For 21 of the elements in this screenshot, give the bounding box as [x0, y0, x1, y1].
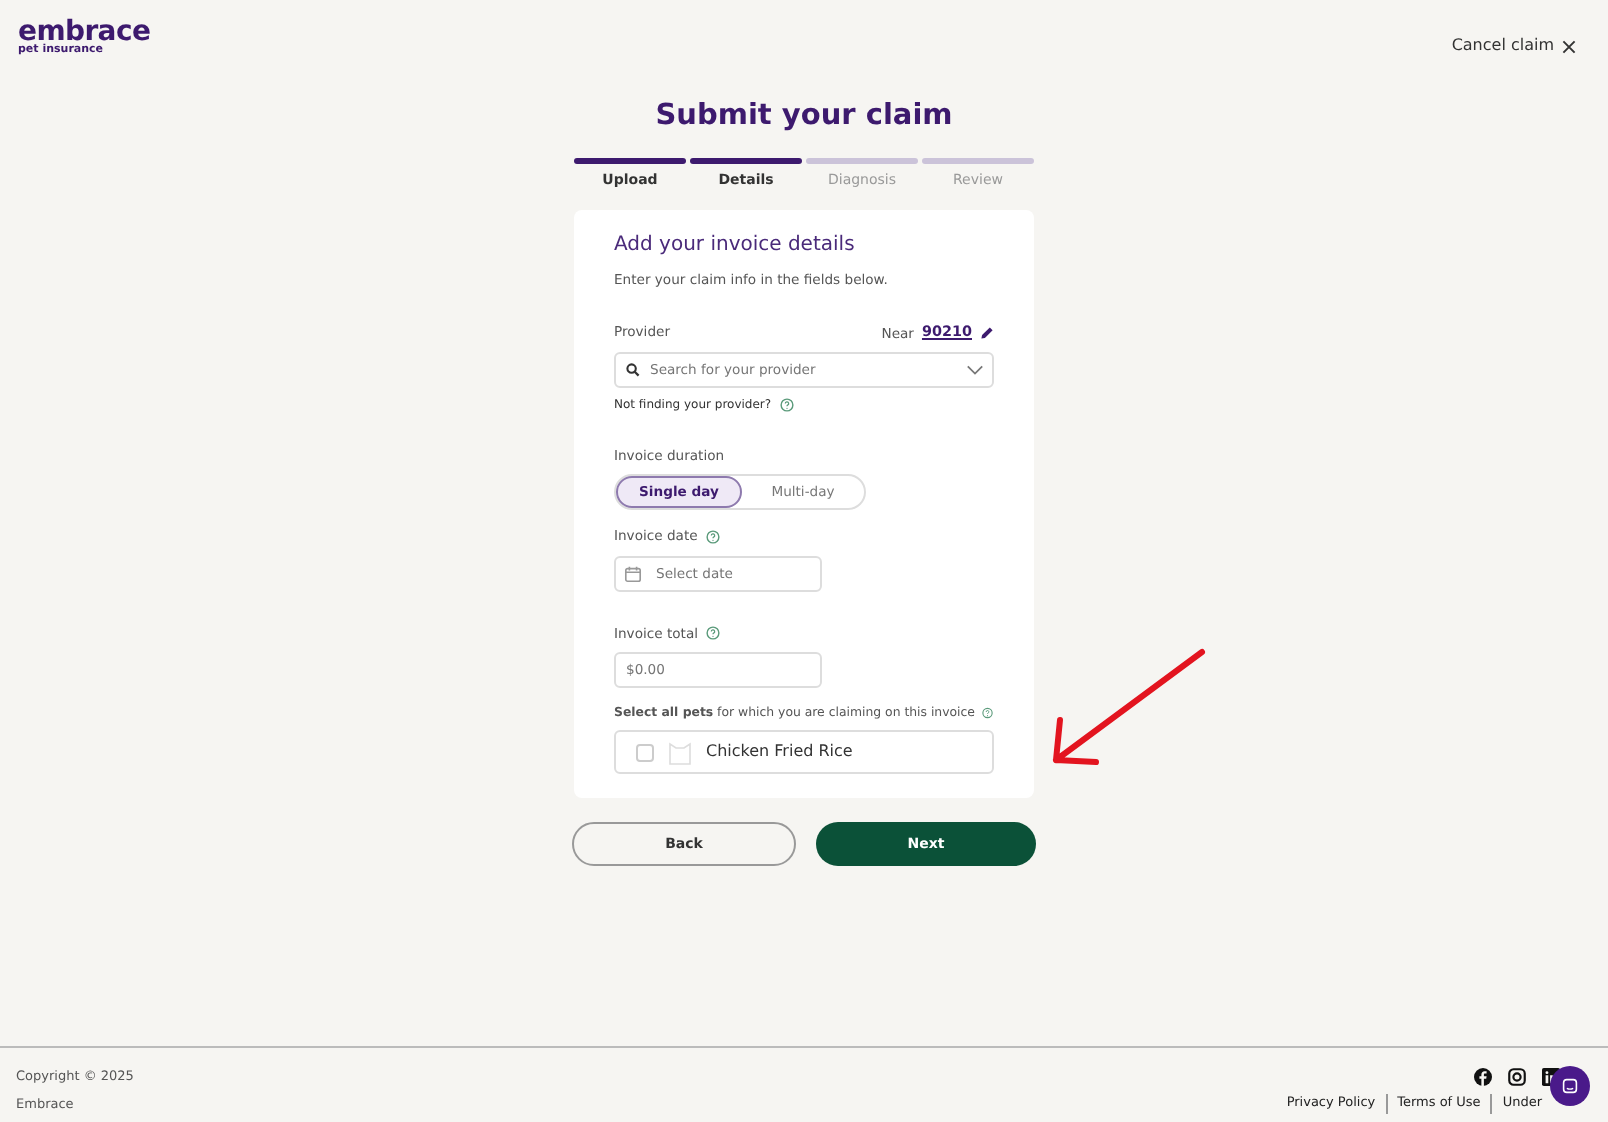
checkbox[interactable]	[636, 743, 654, 762]
search-icon	[626, 363, 640, 378]
chat-button[interactable]	[1550, 1066, 1590, 1106]
form-heading: Add your invoice details	[614, 234, 857, 259]
help-icon[interactable]	[779, 398, 794, 413]
chevron-down-icon[interactable]	[966, 364, 984, 377]
page-title: Submit your claim	[653, 98, 955, 136]
pet-option[interactable]: Chicken Fried Rice	[614, 730, 994, 775]
pet-name: Chicken Fried Rice	[706, 740, 853, 765]
cat-icon	[666, 738, 694, 767]
help-icon[interactable]	[982, 705, 994, 720]
help-icon[interactable]	[706, 626, 721, 641]
instagram-icon[interactable]	[1508, 1068, 1526, 1086]
chat-icon	[1562, 1076, 1578, 1096]
close-icon[interactable]	[1562, 39, 1576, 53]
edit-icon[interactable]	[980, 326, 994, 341]
cancel-claim-button[interactable]: Cancel claim	[1451, 34, 1576, 58]
help-icon[interactable]	[705, 530, 720, 545]
facebook-icon[interactable]	[1474, 1068, 1492, 1086]
calendar-icon	[624, 564, 642, 583]
logo: embrace	[18, 18, 151, 46]
